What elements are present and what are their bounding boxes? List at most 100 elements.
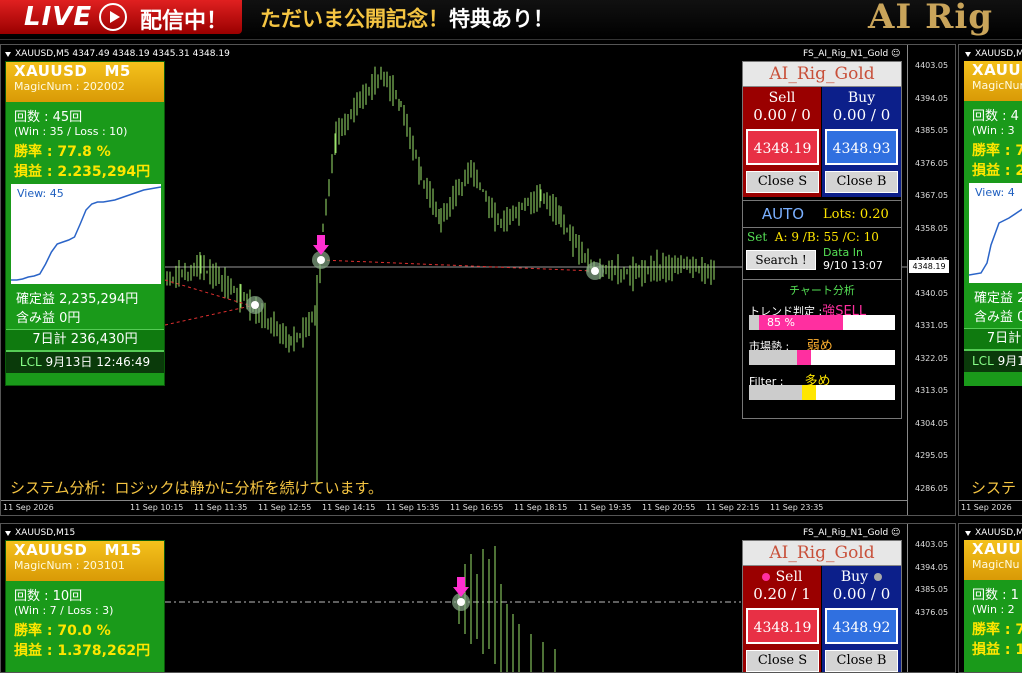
side-chart-header: XAUUSD,M5: [965, 49, 1022, 59]
win-loss-bottom: (Win : 7 / Loss : 3): [14, 604, 114, 617]
arrow-down-icon: [453, 577, 469, 597]
brand-logo: AI Rig: [868, 0, 994, 37]
side-magic: MagicNum: [972, 79, 1022, 92]
live-badge: LIVE 配信中！: [0, 0, 242, 34]
sell-box: Sell 0.00 / 0 4348.19 Close S: [743, 87, 822, 197]
position-dot-icon: [874, 573, 883, 581]
side-bottom-magic: MagicNu: [972, 558, 1020, 571]
trade-marker-dot: [591, 267, 599, 275]
side-confirmed: 確定益 2: [974, 291, 1022, 306]
chart-window-bottom[interactable]: XAUUSD,M15 FS_AI_Rig_N1_Gold ☺ 4403.05 43…: [0, 523, 956, 673]
sell-price-button-bottom[interactable]: 4348.19: [746, 608, 819, 644]
price-tick: 4331.05: [915, 321, 949, 330]
side-trades: 回数 : 4: [972, 109, 1019, 124]
close-buy-button-bottom[interactable]: Close B: [825, 650, 898, 672]
sell-label-bottom: Sell: [743, 569, 821, 585]
position-dot-icon: [761, 573, 770, 581]
price-tick: 4385.05: [915, 585, 949, 594]
time-tick: 11 Sep 23:35: [770, 503, 824, 512]
side-bottom-win-rate: 勝率 : 7: [972, 622, 1022, 638]
trend-bar: 85 %: [749, 315, 895, 330]
trade-count: 回数 : 45回: [14, 110, 83, 125]
buy-positions: 0.00 / 0: [832, 106, 891, 124]
side-time-axis: 11 Sep 2026: [959, 500, 1022, 514]
side-win-rate: 勝率 : 7: [972, 143, 1022, 159]
symbol-label-bottom: XAUUSD M15: [14, 541, 142, 559]
time-tick: 11 Sep 11:35: [194, 503, 248, 512]
equity-mini-chart: View: 45: [11, 184, 161, 284]
magic-number: MagicNum : 202002: [14, 80, 125, 93]
trade-marker-dot: [317, 256, 325, 264]
current-price-label: 4348.19: [909, 260, 949, 273]
price-tick: 4385.05: [915, 126, 949, 135]
side-bottom-profit: 損益 : 1: [972, 642, 1022, 658]
time-tick: 11 Sep 14:15: [322, 503, 376, 512]
price-axis: 4403.05 4394.05 4385.05 4376.05 4367.05 4358.…: [907, 45, 955, 515]
chart-window-top[interactable]: XAUUSD,M5 4347.49 4348.19 4345.31 4348.1…: [0, 44, 956, 516]
buy-box: Buy 0.00 / 0 4348.93 Close B: [822, 87, 901, 197]
time-tick: 11 Sep 19:35: [578, 503, 632, 512]
search-button[interactable]: Search !: [746, 250, 816, 270]
chart-window-side[interactable]: XAUUSD,M5 XAUUSD MagicNum 回数 : 4 (Win : …: [958, 44, 1022, 516]
side-unrealized: 含み益 0: [974, 310, 1022, 325]
time-tick: 11 Sep 22:15: [706, 503, 760, 512]
chart-window-side-bottom[interactable]: XAUUSD,M15 XAUUSD MagicNu 回数 : 1 (Win : …: [958, 523, 1022, 673]
equity-line: [11, 186, 161, 281]
profit-total: 損益 : 2.235,294円: [14, 164, 151, 180]
price-tick: 4367.05: [915, 191, 949, 200]
buy-price-button[interactable]: 4348.93: [825, 129, 898, 165]
stats-header: XAUUSD M5 MagicNum : 202002: [6, 62, 164, 102]
time-tick: 11 Sep 20:55: [642, 503, 696, 512]
side-bottom-header: XAUUSD,M15: [964, 528, 1022, 538]
panel-title: AI_Rig_Gold: [743, 62, 901, 87]
close-sell-button[interactable]: Close S: [746, 171, 819, 193]
trade-marker-dot: [251, 301, 259, 309]
price-tick: 4403.05: [915, 61, 949, 70]
time-tick: 11 Sep 18:15: [514, 503, 568, 512]
price-tick: 4340.05: [915, 288, 949, 298]
play-icon: [99, 3, 127, 31]
trend-bar-label: 85 %: [767, 316, 795, 329]
announcement-main: ただいま公開記念！: [260, 7, 449, 31]
close-buy-button[interactable]: Close B: [825, 171, 898, 193]
side-win-loss: (Win : 3: [972, 124, 1015, 137]
promo-banner: LIVE 配信中！ ただいま公開記念！特典あり！ AI Rig: [0, 0, 1022, 40]
buy-price-button-bottom[interactable]: 4348.92: [825, 608, 898, 644]
weekly-total: 7日計 236,430円: [6, 329, 164, 351]
price-axis-bottom: 4403.05 4394.05 4385.05 4376.05: [907, 524, 955, 672]
close-sell-button-bottom[interactable]: Close S: [746, 650, 819, 672]
price-tick: 4322.05: [915, 353, 949, 363]
price-tick: 4313.05: [915, 386, 949, 395]
trade-line: [164, 304, 256, 326]
win-rate: 勝率 : 77.8 %: [14, 144, 111, 160]
chart-analysis: チャート分析 トレンド判定 :強SELL 85 % 市場熱 : 弱め Filte…: [743, 279, 901, 404]
price-tick: 4376.05: [915, 607, 949, 617]
side-profit: 損益 : 2: [972, 163, 1022, 179]
profit-total-bottom: 損益 : 1.378,262円: [14, 643, 151, 659]
trade-count-bottom: 回数 : 10回: [14, 589, 83, 604]
trend-row: トレンド判定 :強SELL: [749, 304, 867, 319]
price-tick: 4394.05: [915, 562, 949, 572]
price-tick: 4358.05: [915, 223, 949, 233]
side-symbol: XAUUSD: [972, 61, 1022, 79]
time-tick: 11 Sep 16:55: [450, 503, 504, 512]
sell-price-button[interactable]: 4348.19: [746, 129, 819, 165]
lcl-time: LCL 9月13日 12:46:49: [6, 351, 164, 373]
buy-box-bottom: Buy 0.00 / 0 4348.92 Close B: [822, 566, 901, 672]
unrealized-profit: 含み益 0円: [16, 311, 81, 326]
mini-chart-title: View: 45: [17, 187, 64, 200]
price-tick: 4295.05: [915, 451, 949, 460]
trade-line: [320, 259, 596, 272]
time-tick: 11 Sep 12:55: [258, 503, 312, 512]
auto-toggle[interactable]: AUTO: [743, 205, 823, 223]
win-loss: (Win : 35 / Loss : 10): [14, 125, 128, 138]
trade-panel: AI_Rig_Gold Sell 0.00 / 0 4348.19 Close …: [742, 61, 902, 419]
data-in-time: 9/10 13:07: [823, 259, 883, 272]
filter-bar: [749, 385, 895, 400]
buy-label: Buy: [847, 90, 876, 106]
analysis-title: チャート分析: [789, 284, 855, 297]
trade-marker-dot: [457, 598, 465, 606]
sell-label: Sell: [768, 90, 796, 106]
buy-label-bottom: Buy: [822, 569, 901, 585]
stats-panel: XAUUSD M5 MagicNum : 202002 回数 : 45回 (Wi…: [5, 61, 165, 386]
